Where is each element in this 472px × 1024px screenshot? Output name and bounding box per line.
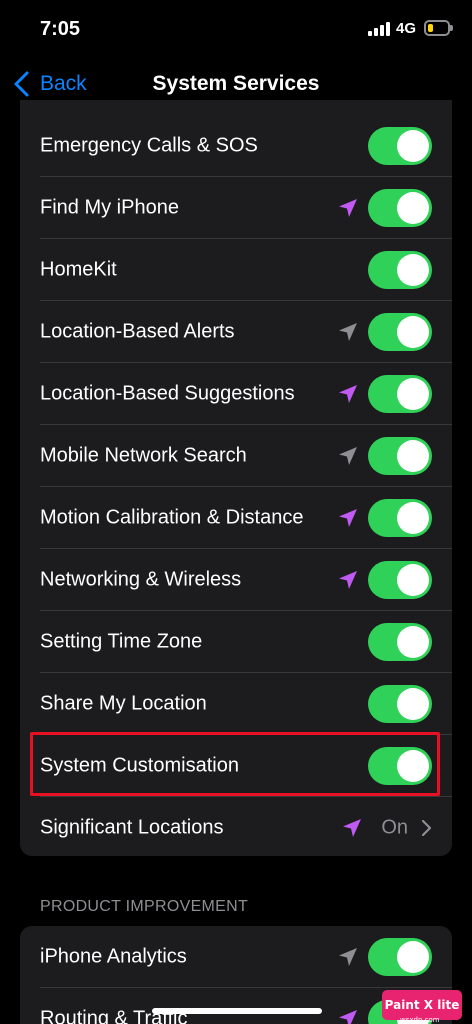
location-arrow-purple-icon: [339, 199, 357, 217]
location-arrow-gray-icon: [339, 323, 357, 341]
find-my-iphone-toggle[interactable]: [368, 189, 432, 227]
location-based-suggestions-toggle[interactable]: [368, 375, 432, 413]
service-label: Location-Based Suggestions: [40, 382, 295, 405]
homekit-toggle[interactable]: [368, 251, 432, 289]
iphone-analytics-toggle[interactable]: [368, 938, 432, 976]
location-arrow-purple-icon: [339, 1010, 357, 1024]
service-label: Share My Location: [40, 692, 207, 715]
networking-wireless-toggle[interactable]: [368, 561, 432, 599]
significant-locations-row[interactable]: Significant Locations On: [20, 797, 452, 856]
battery-level-fill: [428, 24, 433, 32]
battery-icon: [424, 20, 453, 36]
emergency-calls-sos-toggle[interactable]: [368, 127, 432, 165]
significant-locations-label: Significant Locations: [40, 816, 224, 839]
service-label: Motion Calibration & Distance: [40, 506, 304, 529]
service-label: System Customisation: [40, 754, 239, 777]
service-label: Location-Based Alerts: [40, 320, 235, 343]
service-label: Mobile Network Search: [40, 444, 247, 467]
system-customisation-toggle[interactable]: [368, 747, 432, 785]
significant-locations-value: On: [381, 816, 408, 839]
list-item-networking-wireless: Networking & Wireless: [20, 549, 452, 611]
service-label: Find My iPhone: [40, 196, 179, 219]
list-item-iphone-analytics: iPhone Analytics: [20, 926, 452, 988]
service-label: Setting Time Zone: [40, 630, 203, 653]
page-title: System Services: [152, 72, 320, 95]
setting-time-zone-toggle[interactable]: [368, 623, 432, 661]
list-item-system-customisation: System Customisation: [20, 735, 452, 797]
service-label: iPhone Analytics: [40, 945, 187, 968]
list-item-setting-time-zone: Setting Time Zone: [20, 611, 452, 673]
location-arrow-gray-icon: [339, 447, 357, 465]
list-item-find-my-iphone: Find My iPhone: [20, 177, 452, 239]
motion-calibration-distance-toggle[interactable]: [368, 499, 432, 537]
service-label: Emergency Calls & SOS: [40, 134, 258, 157]
watermark-subtext: wsxdn.com: [400, 1016, 440, 1024]
chevron-right-icon: [421, 819, 432, 837]
location-arrow-purple-icon: [343, 819, 361, 837]
section-header-product-improvement: PRODUCT IMPROVEMENT: [40, 898, 249, 915]
list-item-location-based-alerts: Location-Based Alerts: [20, 301, 452, 363]
location-arrow-purple-icon: [339, 385, 357, 403]
cellular-signal-icon: [368, 22, 390, 36]
list-item-emergency-calls-sos: Emergency Calls & SOS: [20, 115, 452, 177]
list-item-homekit: HomeKit: [20, 239, 452, 301]
list-item-mobile-network-search: Mobile Network Search: [20, 425, 452, 487]
status-time: 7:05: [40, 18, 81, 40]
location-arrow-purple-icon: [339, 509, 357, 527]
network-type: 4G: [396, 20, 417, 37]
service-label: Networking & Wireless: [40, 568, 242, 591]
list-item-motion-calibration-distance: Motion Calibration & Distance: [20, 487, 452, 549]
home-indicator[interactable]: [152, 1008, 322, 1014]
service-label: HomeKit: [40, 258, 117, 281]
list-item-location-based-suggestions: Location-Based Suggestions: [20, 363, 452, 425]
location-based-alerts-toggle[interactable]: [368, 313, 432, 351]
share-my-location-toggle[interactable]: [368, 685, 432, 723]
list-item-share-my-location: Share My Location: [20, 673, 452, 735]
status-bar: 7:05 4G: [0, 0, 472, 56]
system-services-list: Emergency Calls & SOS Find My iPhone Hom…: [20, 100, 452, 856]
location-arrow-gray-icon: [339, 948, 357, 966]
mobile-network-search-toggle[interactable]: [368, 437, 432, 475]
location-arrow-purple-icon: [339, 571, 357, 589]
